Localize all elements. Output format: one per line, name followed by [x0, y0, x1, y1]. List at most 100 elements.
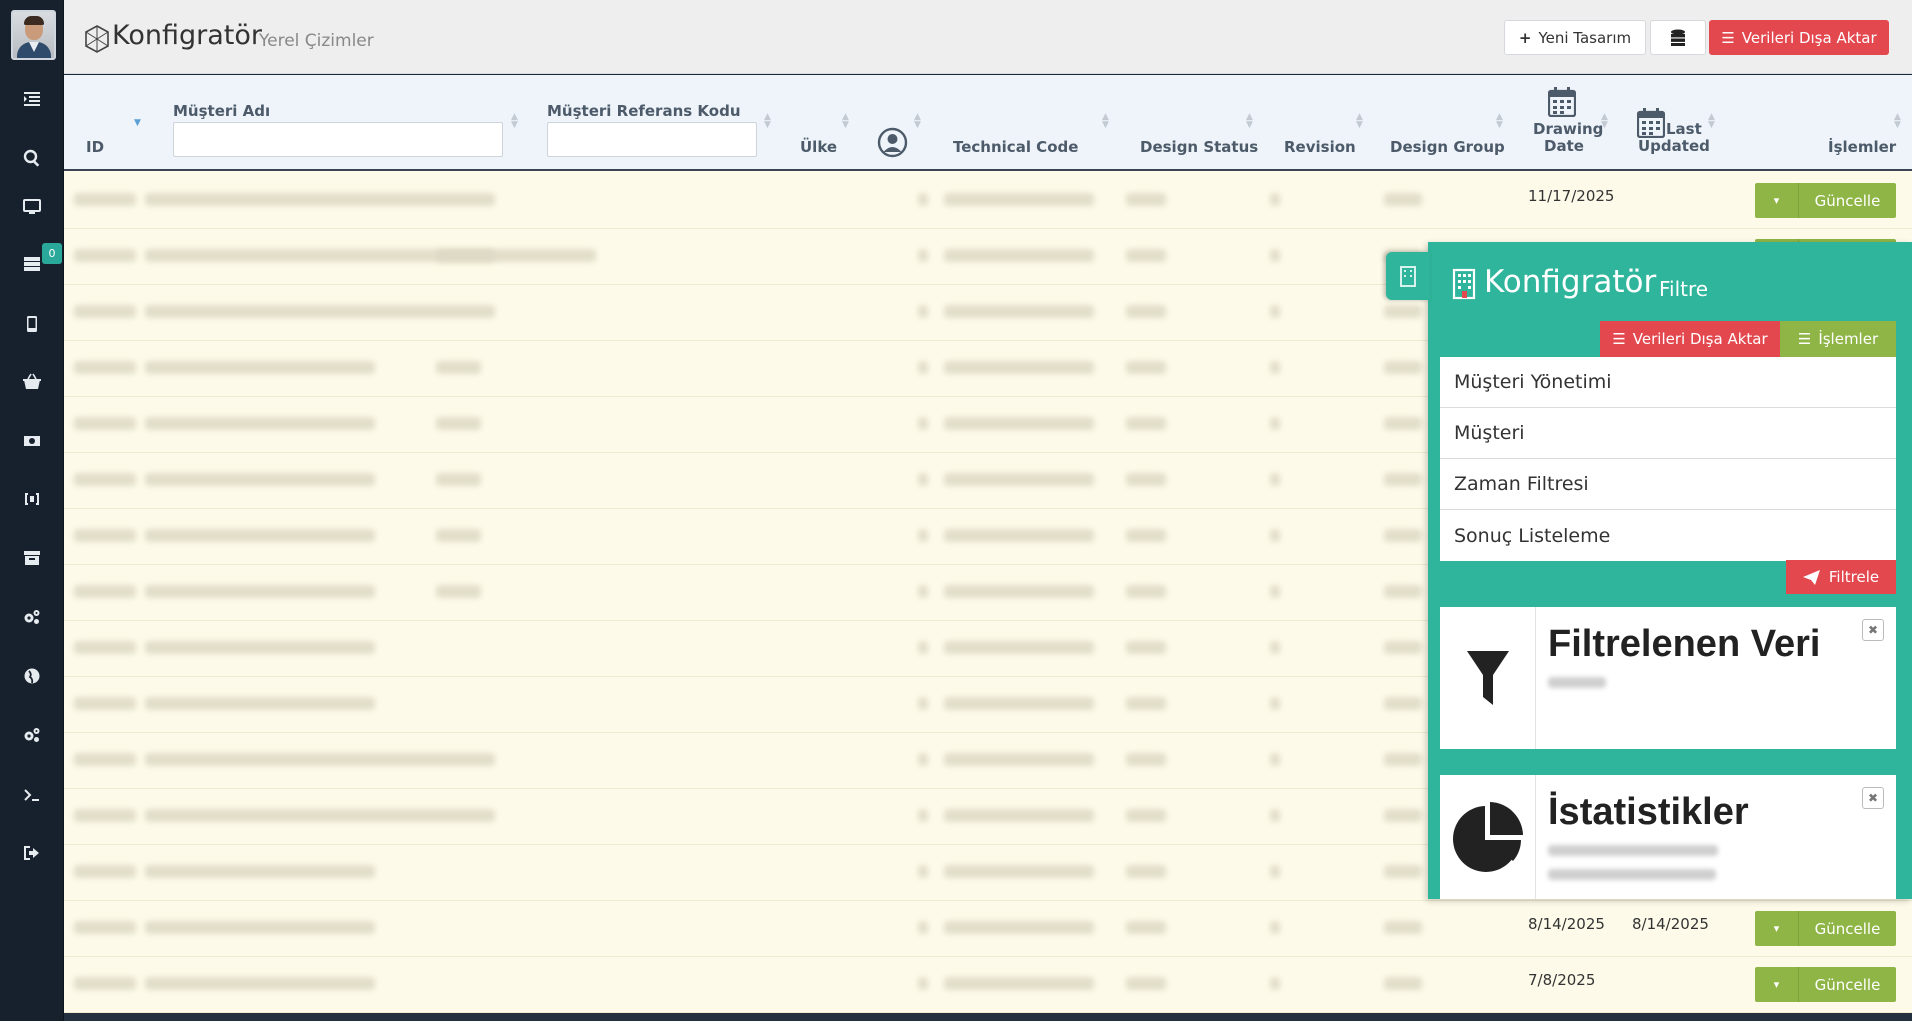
- search-icon[interactable]: [20, 146, 44, 170]
- sort-icon[interactable]: ▲ ▼: [1708, 113, 1716, 130]
- blurred-cell: [944, 753, 1094, 766]
- sort-icon[interactable]: ▲ ▼: [1102, 113, 1110, 130]
- sort-active-icon[interactable]: ▼: [134, 119, 142, 135]
- col-revision[interactable]: Revision: [1284, 139, 1356, 156]
- filter-panel: Konfigratör Filtre ☰ Verileri Dışa Aktar…: [1386, 242, 1912, 899]
- panel-toggle-handle[interactable]: [1386, 252, 1430, 300]
- blurred-text: [1548, 869, 1716, 880]
- update-button[interactable]: ▾ Güncelle: [1755, 183, 1896, 218]
- blurred-cell: [944, 473, 1094, 486]
- blurred-cell: [944, 977, 1094, 990]
- col-country[interactable]: Ülke: [800, 139, 837, 156]
- basket-icon[interactable]: [20, 370, 44, 394]
- col-last-updated[interactable]: Last Updated: [1638, 121, 1710, 155]
- blurred-cell: [1384, 809, 1422, 822]
- filtered-data-title: Filtrelenen Veri: [1548, 623, 1821, 665]
- caret-down-icon[interactable]: ▾: [1755, 967, 1799, 1002]
- col-design-group[interactable]: Design Group: [1390, 139, 1505, 156]
- blurred-cell: [1384, 473, 1422, 486]
- customer-name-filter-input[interactable]: [173, 122, 503, 157]
- table-row[interactable]: 8/14/2025 8/14/2025 ▾ Güncelle: [64, 901, 1912, 957]
- tablet-icon[interactable]: [20, 312, 44, 336]
- blurred-cell: [1270, 921, 1280, 934]
- blurred-cell: [145, 361, 375, 374]
- sort-icon[interactable]: ▲ ▼: [1246, 113, 1254, 130]
- globe-icon[interactable]: [20, 664, 44, 688]
- blurred-cell: [1270, 697, 1280, 710]
- blurred-cell: [1126, 417, 1166, 430]
- blurred-cell: [1384, 753, 1422, 766]
- sort-icon[interactable]: ▲ ▼: [1601, 113, 1609, 130]
- wrench-icon[interactable]: [20, 487, 44, 511]
- sort-icon[interactable]: ▲ ▼: [764, 113, 772, 130]
- blurred-cell: [145, 417, 375, 430]
- customer-ref-filter-input[interactable]: [547, 122, 757, 157]
- blurred-cell: [1126, 361, 1166, 374]
- col-id[interactable]: ID: [86, 139, 104, 156]
- page-subtitle: Yerel Çizimler: [259, 31, 374, 51]
- blurred-cell: [145, 697, 375, 710]
- col-customer-ref[interactable]: Müşteri Referans Kodu: [547, 103, 741, 120]
- table-row[interactable]: 7/8/2025 ▾ Güncelle: [64, 957, 1912, 1013]
- terminal-icon[interactable]: [20, 783, 44, 807]
- blurred-cell: [145, 977, 375, 990]
- sort-icon[interactable]: ▲ ▼: [842, 113, 850, 130]
- sort-icon[interactable]: ▲ ▼: [511, 113, 519, 130]
- close-icon[interactable]: ✖: [1862, 619, 1884, 641]
- sort-icon[interactable]: ▲ ▼: [1356, 113, 1364, 130]
- caret-down-icon[interactable]: ▾: [1755, 183, 1799, 218]
- col-customer-name[interactable]: Müşteri Adı: [173, 103, 270, 120]
- menu-customer[interactable]: Müşteri: [1440, 408, 1896, 459]
- blurred-cell: [74, 305, 136, 318]
- sort-icon[interactable]: ▲ ▼: [914, 113, 922, 130]
- blurred-cell: [74, 585, 136, 598]
- close-icon[interactable]: ✖: [1862, 787, 1884, 809]
- building-icon: [1452, 268, 1476, 300]
- blurred-cell: [918, 249, 928, 262]
- blurred-cell: [944, 193, 1094, 206]
- gears-icon[interactable]: [20, 723, 44, 747]
- blurred-cell: [944, 529, 1094, 542]
- update-button[interactable]: ▾ Güncelle: [1755, 967, 1896, 1002]
- sidebar: 0: [0, 0, 64, 1021]
- blurred-cell: [1270, 249, 1280, 262]
- blurred-cell: [1384, 585, 1422, 598]
- database-button[interactable]: [1650, 20, 1706, 55]
- apply-filter-button[interactable]: Filtrele: [1786, 560, 1896, 594]
- user-circle-icon[interactable]: [877, 127, 908, 158]
- sort-icon[interactable]: ▲ ▼: [1496, 113, 1504, 130]
- menu-result-listing[interactable]: Sonuç Listeleme: [1440, 510, 1896, 561]
- user-avatar[interactable]: [11, 10, 56, 60]
- blurred-cell: [436, 529, 481, 542]
- monitor-icon[interactable]: [20, 195, 44, 219]
- new-design-button[interactable]: + Yeni Tasarım: [1504, 20, 1646, 55]
- blurred-cell: [1270, 865, 1280, 878]
- money-icon[interactable]: [20, 429, 44, 453]
- server-icon[interactable]: [20, 252, 44, 276]
- col-drawing-date[interactable]: Drawing Date: [1533, 121, 1603, 155]
- menu-time-filter[interactable]: Zaman Filtresi: [1440, 459, 1896, 510]
- outdent-icon[interactable]: [20, 87, 44, 111]
- panel-export-button[interactable]: ☰ Verileri Dışa Aktar: [1600, 321, 1780, 357]
- table-row[interactable]: 11/17/2025 ▾ Güncelle: [64, 173, 1912, 229]
- panel-actions-button[interactable]: ☰ İşlemler: [1780, 321, 1896, 357]
- update-button[interactable]: ▾ Güncelle: [1755, 911, 1896, 946]
- col-design-status[interactable]: Design Status: [1140, 139, 1258, 156]
- archive-icon[interactable]: [20, 546, 44, 570]
- col-technical-code[interactable]: Technical Code: [953, 139, 1078, 156]
- blurred-cell: [74, 417, 136, 430]
- caret-down-icon[interactable]: ▾: [1755, 911, 1799, 946]
- logout-icon[interactable]: [20, 841, 44, 865]
- menu-customer-management[interactable]: Müşteri Yönetimi: [1440, 357, 1896, 408]
- blurred-cell: [145, 865, 375, 878]
- gears-icon[interactable]: [20, 605, 44, 629]
- blurred-cell: [1270, 977, 1280, 990]
- blurred-cell: [944, 249, 1094, 262]
- blurred-cell: [1384, 977, 1422, 990]
- export-data-button[interactable]: ☰ Verileri Dışa Aktar: [1709, 20, 1889, 55]
- blurred-cell: [145, 305, 495, 318]
- blurred-cell: [944, 641, 1094, 654]
- sort-icon[interactable]: ▲ ▼: [1894, 113, 1902, 130]
- blurred-cell: [1384, 417, 1422, 430]
- filter-icon-wrap: [1440, 607, 1536, 749]
